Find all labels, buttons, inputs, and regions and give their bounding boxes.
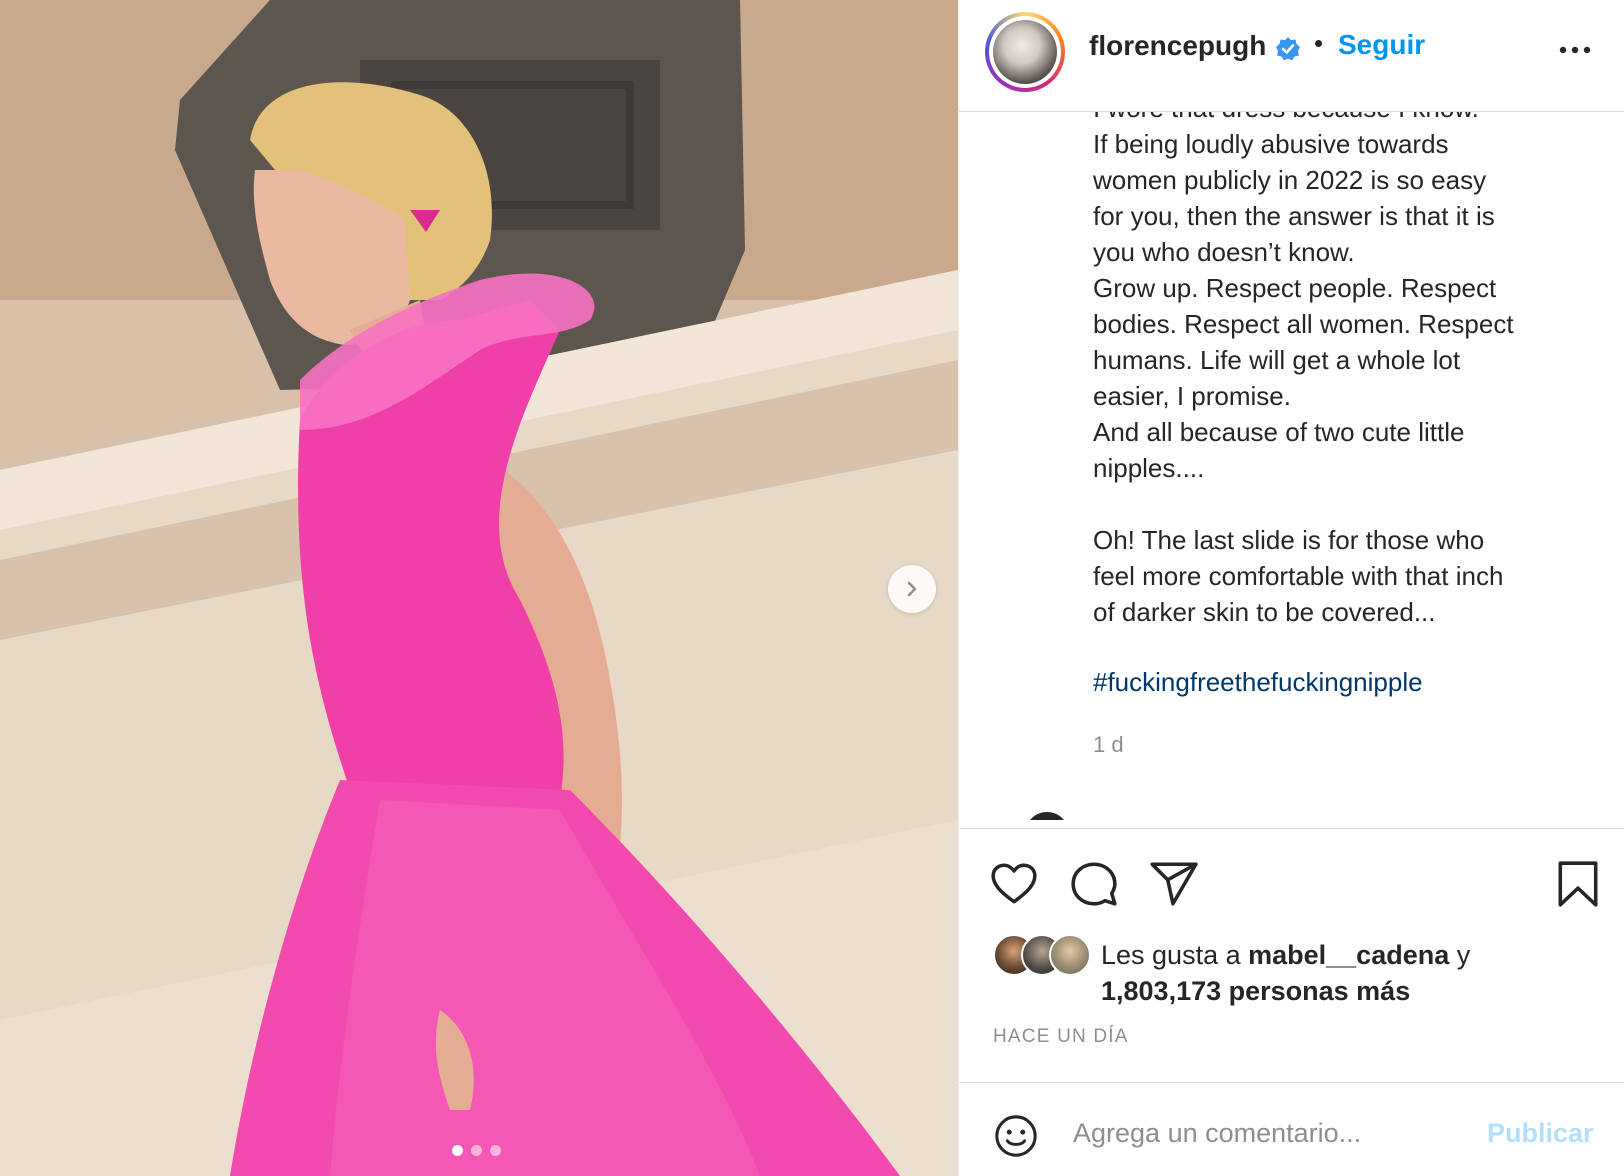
comment-avatar[interactable] (1025, 812, 1069, 820)
post-photo (0, 0, 958, 1176)
carousel-dot (490, 1145, 501, 1156)
caption-age: 1 d (1093, 732, 1124, 757)
likes-count-link[interactable]: 1,803,173 personas más (1101, 976, 1410, 1007)
more-options-icon[interactable] (1555, 38, 1595, 62)
username[interactable]: florencepugh (1089, 30, 1266, 62)
heart-icon[interactable] (989, 859, 1039, 909)
caption-partial-line: I wore that dress because I know. (1093, 112, 1479, 123)
chevron-right-icon (907, 581, 917, 597)
carousel-dot (471, 1145, 482, 1156)
avatar-image (993, 20, 1057, 84)
carousel-dot (452, 1145, 463, 1156)
liker-avatar (1049, 934, 1091, 976)
post-side-panel: florencepugh • Seguir I wore that dress … (958, 0, 1624, 1176)
likers-avatars[interactable] (993, 934, 1103, 978)
hashtag-link[interactable]: #fuckingfreethefuckingnipple (1093, 667, 1423, 698)
publish-button[interactable]: Publicar (1487, 1118, 1594, 1149)
caption-scroll-area[interactable]: I wore that dress because I know. If bei… (959, 112, 1624, 820)
emoji-icon[interactable] (993, 1113, 1039, 1159)
avatar[interactable] (985, 12, 1065, 92)
next-slide-button[interactable] (888, 565, 936, 613)
likes-summary: Les gusta a mabel__cadena y (1101, 940, 1470, 971)
caption-text: I wore that dress because I know. If bei… (1093, 112, 1593, 630)
comment-icon[interactable] (1069, 859, 1119, 909)
post-media[interactable] (0, 0, 958, 1176)
post-timestamp[interactable]: HACE UN DÍA (993, 1026, 1129, 1048)
verified-badge-icon (1276, 37, 1300, 61)
caption-body: If being loudly abusive towards women pu… (1093, 129, 1514, 627)
comment-bar: Publicar (959, 1082, 1624, 1176)
likes-prefix: Les gusta a (1101, 940, 1249, 970)
likes-suffix: y (1449, 940, 1471, 970)
post-header: florencepugh • Seguir (959, 0, 1624, 112)
bookmark-icon[interactable] (1555, 859, 1601, 909)
carousel-indicator (452, 1145, 501, 1156)
comment-input[interactable] (1073, 1111, 1453, 1155)
header-separator: • (1314, 28, 1324, 58)
liker-username-link[interactable]: mabel__cadena (1248, 940, 1449, 970)
share-icon[interactable] (1149, 859, 1199, 909)
follow-button[interactable]: Seguir (1338, 29, 1425, 61)
